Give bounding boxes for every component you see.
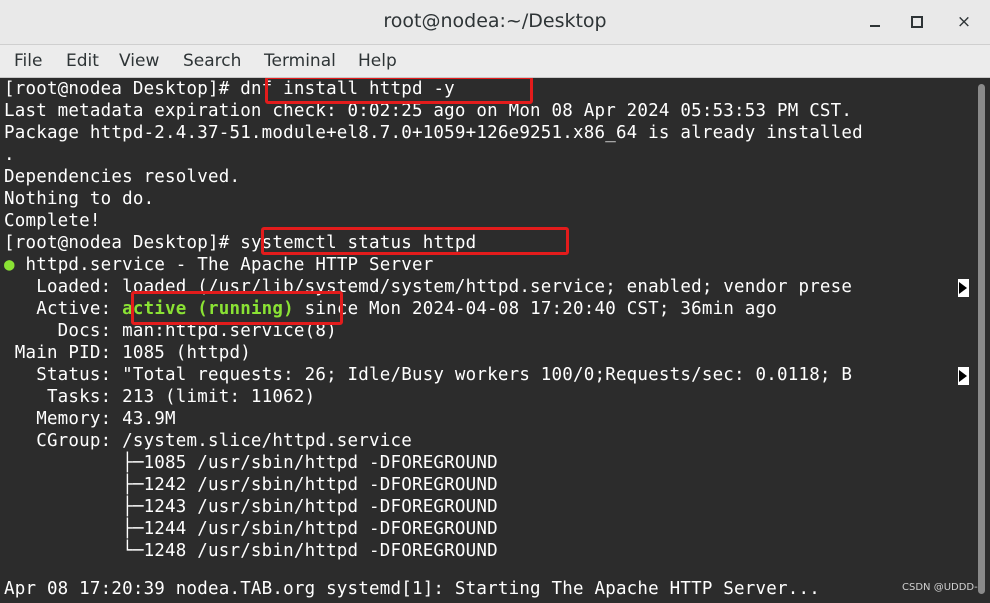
terminal-line: Memory: 43.9M [4, 409, 176, 429]
maximize-icon [911, 16, 923, 28]
terminal-line: ├─1242 /usr/sbin/httpd -DFOREGROUND [4, 475, 498, 495]
menu-bar: File Edit View Search Terminal Help [0, 45, 990, 78]
terminal-line: Tasks: 213 (limit: 11062) [4, 387, 316, 407]
overflow-arrow-icon [959, 282, 967, 294]
menu-search[interactable]: Search [183, 51, 241, 71]
terminal-line: ├─1243 /usr/sbin/httpd -DFOREGROUND [4, 497, 498, 517]
status-dot-icon: ● [4, 255, 15, 275]
watermark: CSDN @UDDD- [902, 582, 978, 593]
maximize-button[interactable] [903, 8, 931, 36]
command-highlight-box [265, 78, 533, 104]
minimize-icon [870, 25, 880, 27]
terminal-line: ├─1085 /usr/sbin/httpd -DFOREGROUND [4, 453, 498, 473]
minimize-button[interactable] [861, 8, 889, 36]
overflow-arrow-icon [959, 370, 967, 382]
terminal-line: Nothing to do. [4, 189, 155, 209]
terminal-scrollbar[interactable] [973, 78, 990, 603]
menu-view[interactable]: View [119, 51, 159, 71]
terminal-line: Complete! [4, 211, 101, 231]
terminal-line: Active: active (running) since Mon 2024-… [4, 298, 777, 320]
terminal-line: Status: "Total requests: 26; Idle/Busy w… [4, 365, 853, 385]
line-overflow-icon [958, 279, 969, 297]
menu-file[interactable]: File [14, 51, 42, 71]
shell-prompt: [root@nodea Desktop]# [4, 79, 241, 99]
menu-terminal[interactable]: Terminal [264, 51, 336, 71]
terminal-window: root@nodea:~/Desktop × File Edit View Se… [0, 0, 990, 603]
active-since: since Mon 2024-04-08 17:20:40 CST; 36min… [293, 299, 778, 319]
menu-edit[interactable]: Edit [66, 51, 99, 71]
close-button[interactable]: × [950, 8, 978, 36]
shell-prompt: [root@nodea Desktop]# [4, 233, 241, 253]
command-highlight-box [261, 227, 569, 255]
service-title: httpd.service - The Apache HTTP Server [14, 255, 434, 275]
terminal-output[interactable]: [root@nodea Desktop]# dnf install httpd … [0, 78, 973, 603]
terminal-line: . [4, 145, 15, 165]
terminal-line: └─1248 /usr/sbin/httpd -DFOREGROUND [4, 541, 498, 561]
line-overflow-icon [958, 367, 969, 385]
terminal-line: Dependencies resolved. [4, 167, 241, 187]
terminal-line: Main PID: 1085 (httpd) [4, 343, 251, 363]
scrollbar-thumb[interactable] [978, 84, 985, 594]
terminal-line: ├─1244 /usr/sbin/httpd -DFOREGROUND [4, 519, 498, 539]
title-bar[interactable]: root@nodea:~/Desktop × [0, 0, 990, 45]
terminal-line: CGroup: /system.slice/httpd.service [4, 431, 412, 451]
active-label: Active: [4, 299, 123, 319]
window-title: root@nodea:~/Desktop [383, 10, 607, 32]
close-icon: × [956, 12, 972, 32]
terminal-line: ● httpd.service - The Apache HTTP Server [4, 254, 433, 276]
status-highlight-box [131, 291, 343, 325]
menu-help[interactable]: Help [358, 51, 397, 71]
terminal-line: Apr 08 17:20:39 nodea.TAB.org systemd[1]… [4, 579, 820, 599]
terminal-line: Package httpd-2.4.37-51.module+el8.7.0+1… [4, 123, 863, 143]
